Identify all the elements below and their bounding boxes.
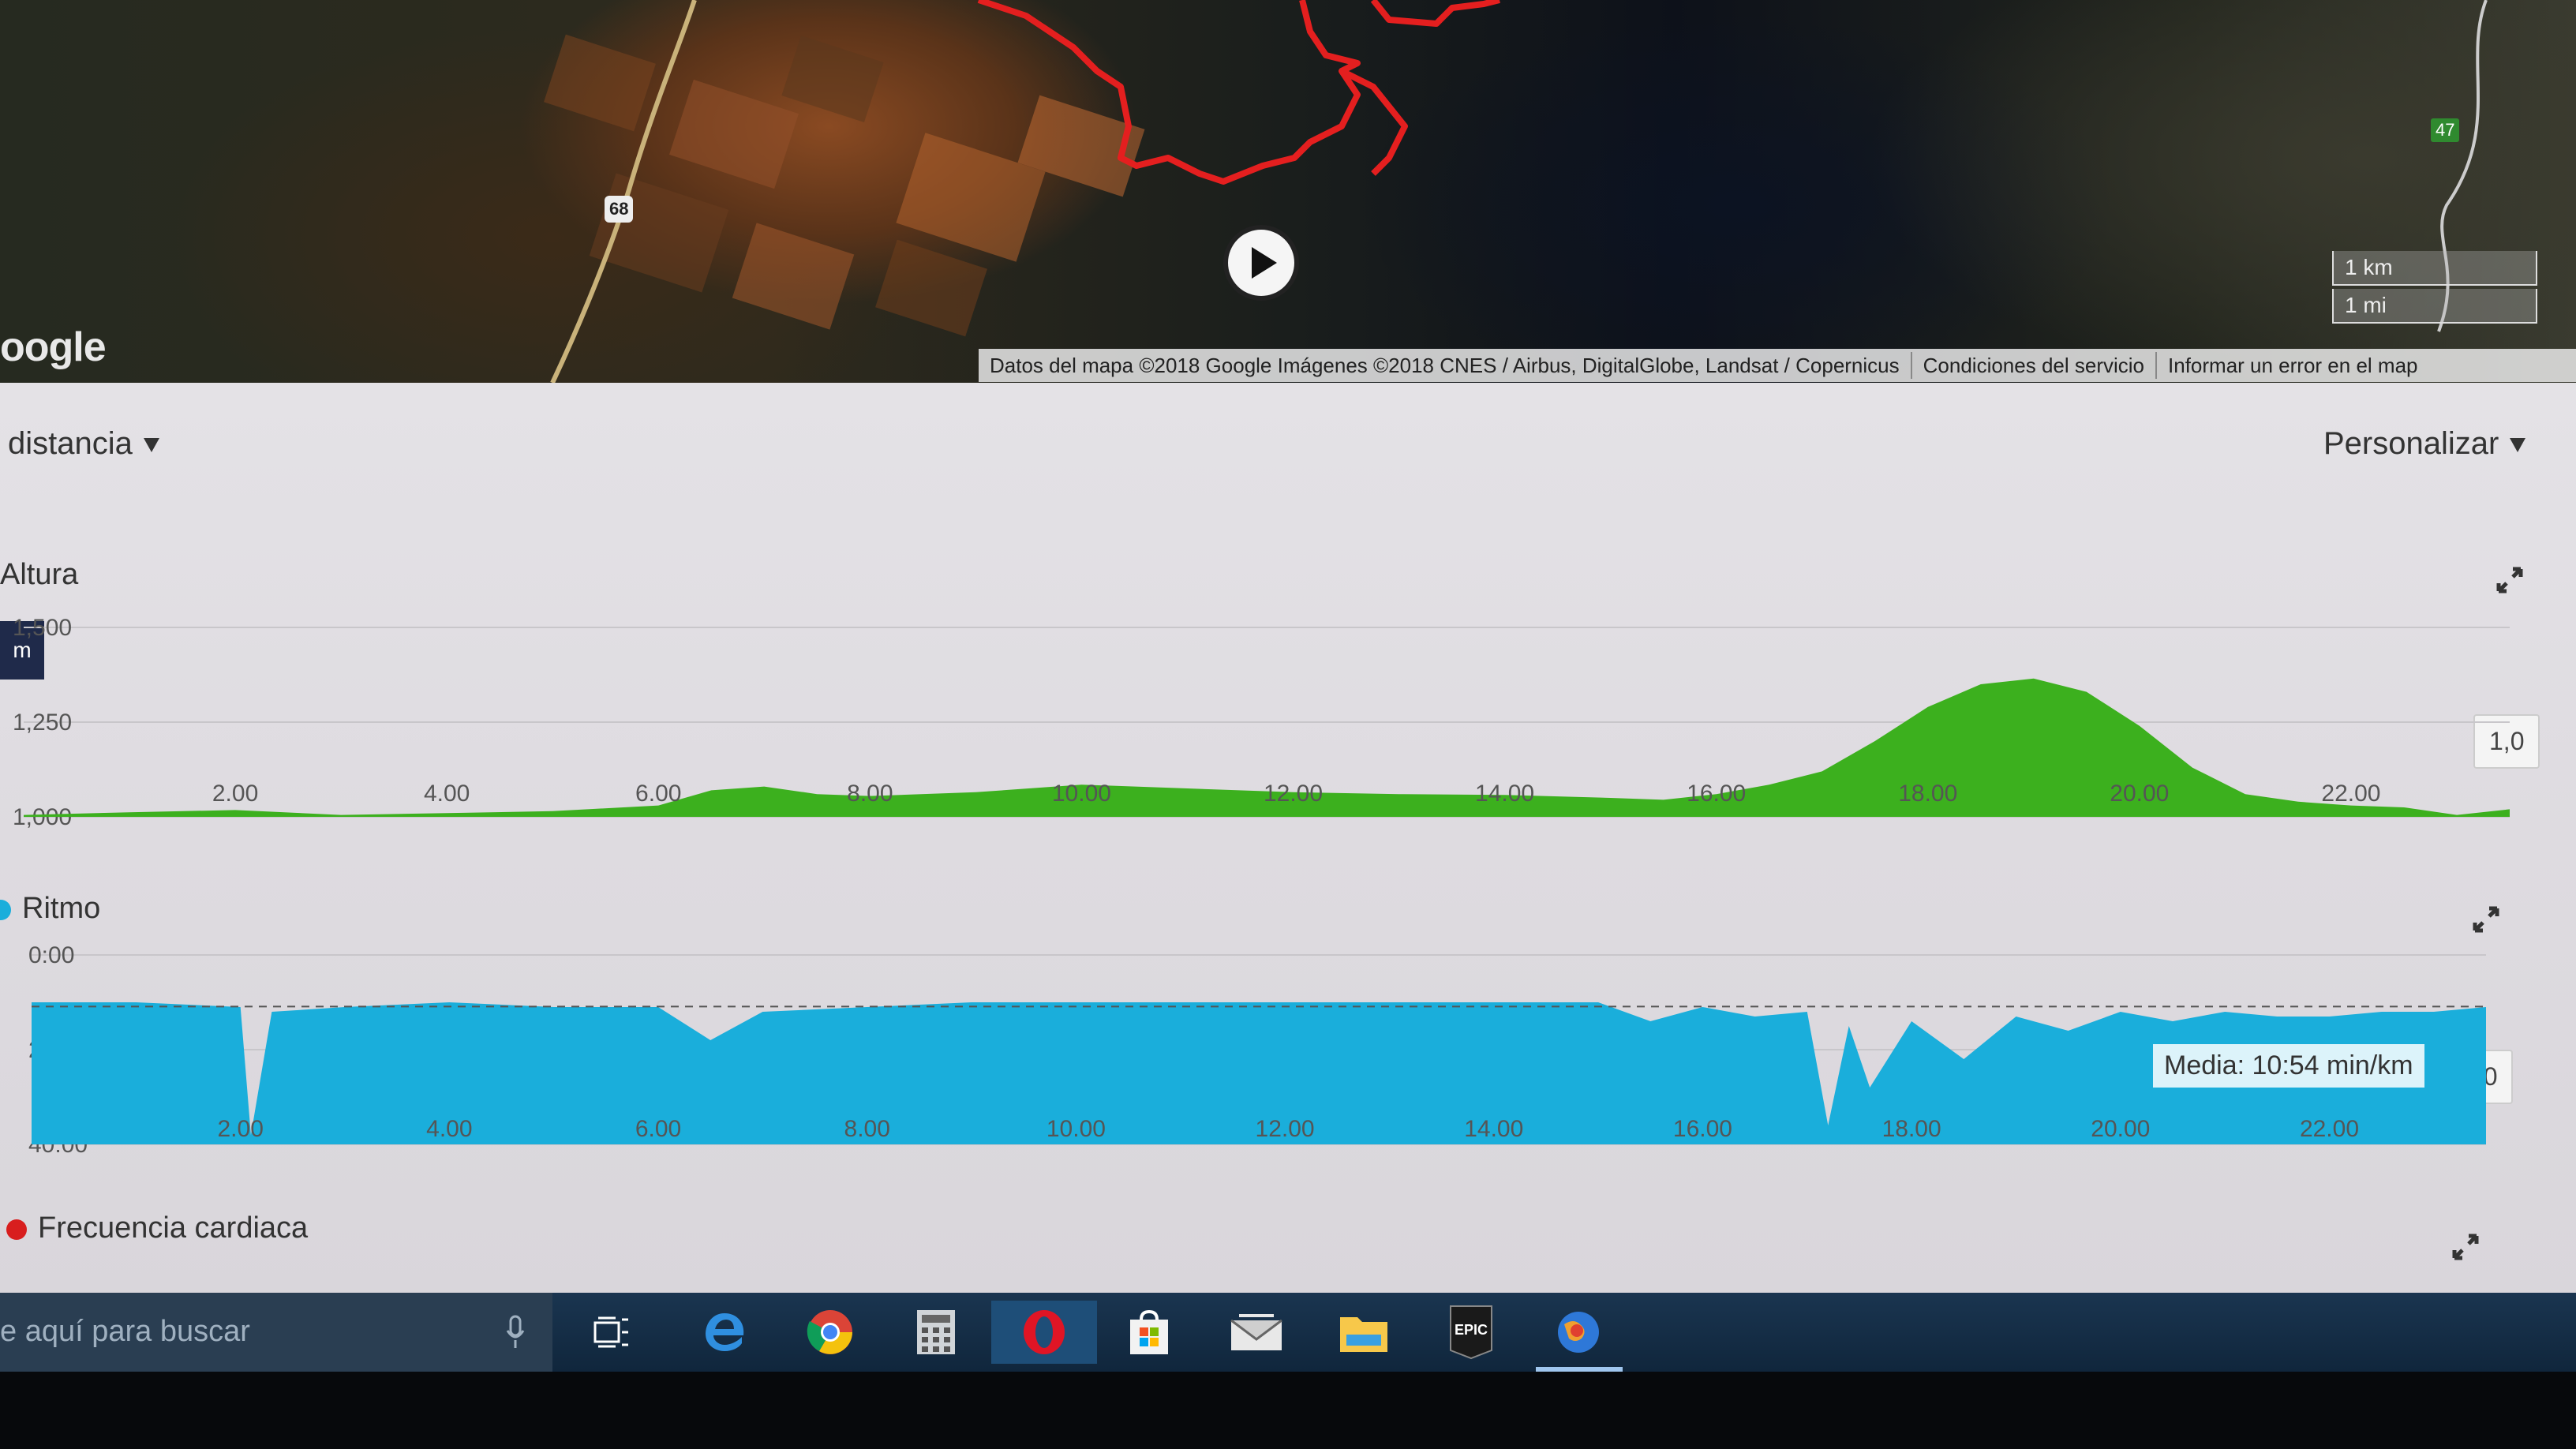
expand-icon bbox=[2473, 906, 2499, 933]
map-attribution: Datos del mapa ©2018 Google Imágenes ©20… bbox=[979, 349, 2576, 382]
scale-mi: 1 mi bbox=[2332, 289, 2537, 324]
expand-icon bbox=[2452, 1234, 2479, 1260]
distance-dropdown[interactable]: distancia bbox=[8, 426, 159, 462]
pace-title: Ritmo bbox=[0, 892, 100, 926]
x-tick-label: 8.00 bbox=[847, 781, 893, 807]
pace-average-label: Media: 10:54 min/km bbox=[2153, 1044, 2424, 1088]
taskbar-search-box[interactable]: e aquí para buscar bbox=[0, 1293, 552, 1372]
expand-elevation-button[interactable] bbox=[2494, 564, 2525, 596]
y-tick-label: 1,250 bbox=[13, 710, 72, 736]
x-tick-label: 18.00 bbox=[1882, 1116, 1941, 1142]
x-tick-label: 6.00 bbox=[635, 1116, 681, 1142]
epic-games-text: EPIC bbox=[1455, 1322, 1488, 1338]
mail-icon[interactable] bbox=[1225, 1301, 1288, 1364]
x-tick-label: 22.00 bbox=[2321, 781, 2380, 807]
play-icon bbox=[1252, 247, 1277, 279]
elevation-chart[interactable]: 1,500 1,250 1,000 2.00 4.00 6.00 8.00 10.00 12.0… bbox=[0, 612, 2576, 830]
caret-down-icon bbox=[2510, 438, 2526, 453]
map-view[interactable]: oogle 68 47 1 km 1 mi Datos del mapa ©20… bbox=[0, 0, 2576, 383]
x-tick-label: 20.00 bbox=[2110, 781, 2169, 807]
globe-app-icon[interactable] bbox=[1547, 1301, 1610, 1364]
road-68-marker: 68 bbox=[605, 196, 634, 223]
screen-bezel bbox=[0, 1372, 2576, 1449]
distance-dropdown-label: distancia bbox=[8, 426, 133, 461]
report-error-link[interactable]: Informar un error en el map bbox=[2157, 354, 2428, 378]
x-tick-label: 16.00 bbox=[1687, 781, 1746, 807]
play-button[interactable] bbox=[1223, 225, 1299, 301]
pace-dot bbox=[0, 899, 11, 920]
microphone-icon[interactable] bbox=[505, 1315, 526, 1350]
edge-icon[interactable] bbox=[693, 1301, 756, 1364]
opera-icon[interactable] bbox=[991, 1301, 1097, 1364]
x-tick-label: 18.00 bbox=[1898, 781, 1957, 807]
x-tick-label: 4.00 bbox=[424, 781, 470, 807]
store-icon[interactable] bbox=[1118, 1301, 1181, 1364]
x-tick-label: 2.00 bbox=[212, 781, 258, 807]
heart-rate-title-text: Frecuencia cardiaca bbox=[38, 1211, 309, 1245]
task-view-icon[interactable] bbox=[580, 1301, 643, 1364]
chrome-icon[interactable] bbox=[799, 1301, 862, 1364]
google-logo: oogle bbox=[0, 324, 107, 370]
x-tick-label: 4.00 bbox=[426, 1116, 472, 1142]
y-tick-label: 0:00 bbox=[28, 942, 74, 968]
x-tick-label: 10.00 bbox=[1052, 781, 1111, 807]
x-tick-label: 16.00 bbox=[1673, 1116, 1732, 1142]
elevation-title: Altura bbox=[0, 558, 79, 591]
search-placeholder: e aquí para buscar bbox=[0, 1315, 250, 1348]
y-tick-label: 1,500 bbox=[13, 615, 72, 641]
x-tick-label: 2.00 bbox=[217, 1116, 263, 1142]
calculator-icon[interactable] bbox=[904, 1301, 968, 1364]
caret-down-icon bbox=[143, 438, 159, 453]
scale-km: 1 km bbox=[2332, 251, 2537, 286]
terms-link[interactable]: Condiciones del servicio bbox=[1912, 354, 2155, 378]
customize-dropdown-label: Personalizar bbox=[2323, 426, 2499, 461]
x-tick-label: 14.00 bbox=[1475, 781, 1534, 807]
x-tick-label: 8.00 bbox=[844, 1116, 890, 1142]
customize-dropdown[interactable]: Personalizar bbox=[2323, 426, 2526, 462]
heart-rate-title: Frecuencia cardiaca bbox=[6, 1211, 308, 1245]
x-tick-label: 12.00 bbox=[1264, 781, 1323, 807]
attribution-text: Datos del mapa ©2018 Google Imágenes ©20… bbox=[990, 353, 1900, 377]
file-explorer-icon[interactable] bbox=[1332, 1301, 1395, 1364]
map-scale: 1 km 1 mi bbox=[2332, 251, 2537, 324]
y-tick-label: 1,000 bbox=[13, 804, 72, 830]
heart-rate-dot bbox=[6, 1219, 27, 1240]
epic-games-icon[interactable]: EPIC bbox=[1440, 1301, 1503, 1364]
expand-pace-button[interactable] bbox=[2470, 904, 2502, 935]
expand-heart-rate-button[interactable] bbox=[2450, 1231, 2481, 1263]
map-overlay bbox=[544, 0, 2488, 383]
x-tick-label: 6.00 bbox=[635, 781, 681, 807]
x-tick-label: 14.00 bbox=[1464, 1116, 1523, 1142]
x-tick-label: 22.00 bbox=[2300, 1116, 2359, 1142]
expand-icon bbox=[2496, 567, 2523, 593]
pace-title-text: Ritmo bbox=[22, 892, 101, 925]
elevation-chart-svg: 1,500 1,250 1,000 2.00 4.00 6.00 8.00 10.00 12.0… bbox=[13, 615, 2510, 830]
road-47-marker: 47 bbox=[2431, 118, 2460, 142]
x-tick-label: 20.00 bbox=[2091, 1116, 2150, 1142]
x-tick-label: 10.00 bbox=[1046, 1116, 1106, 1142]
windows-taskbar: e aquí para buscar EPIC bbox=[0, 1293, 2576, 1372]
charts-panel: distancia Personalizar Altura m 1,0 1,50… bbox=[0, 383, 2576, 1298]
x-tick-label: 12.00 bbox=[1256, 1116, 1315, 1142]
